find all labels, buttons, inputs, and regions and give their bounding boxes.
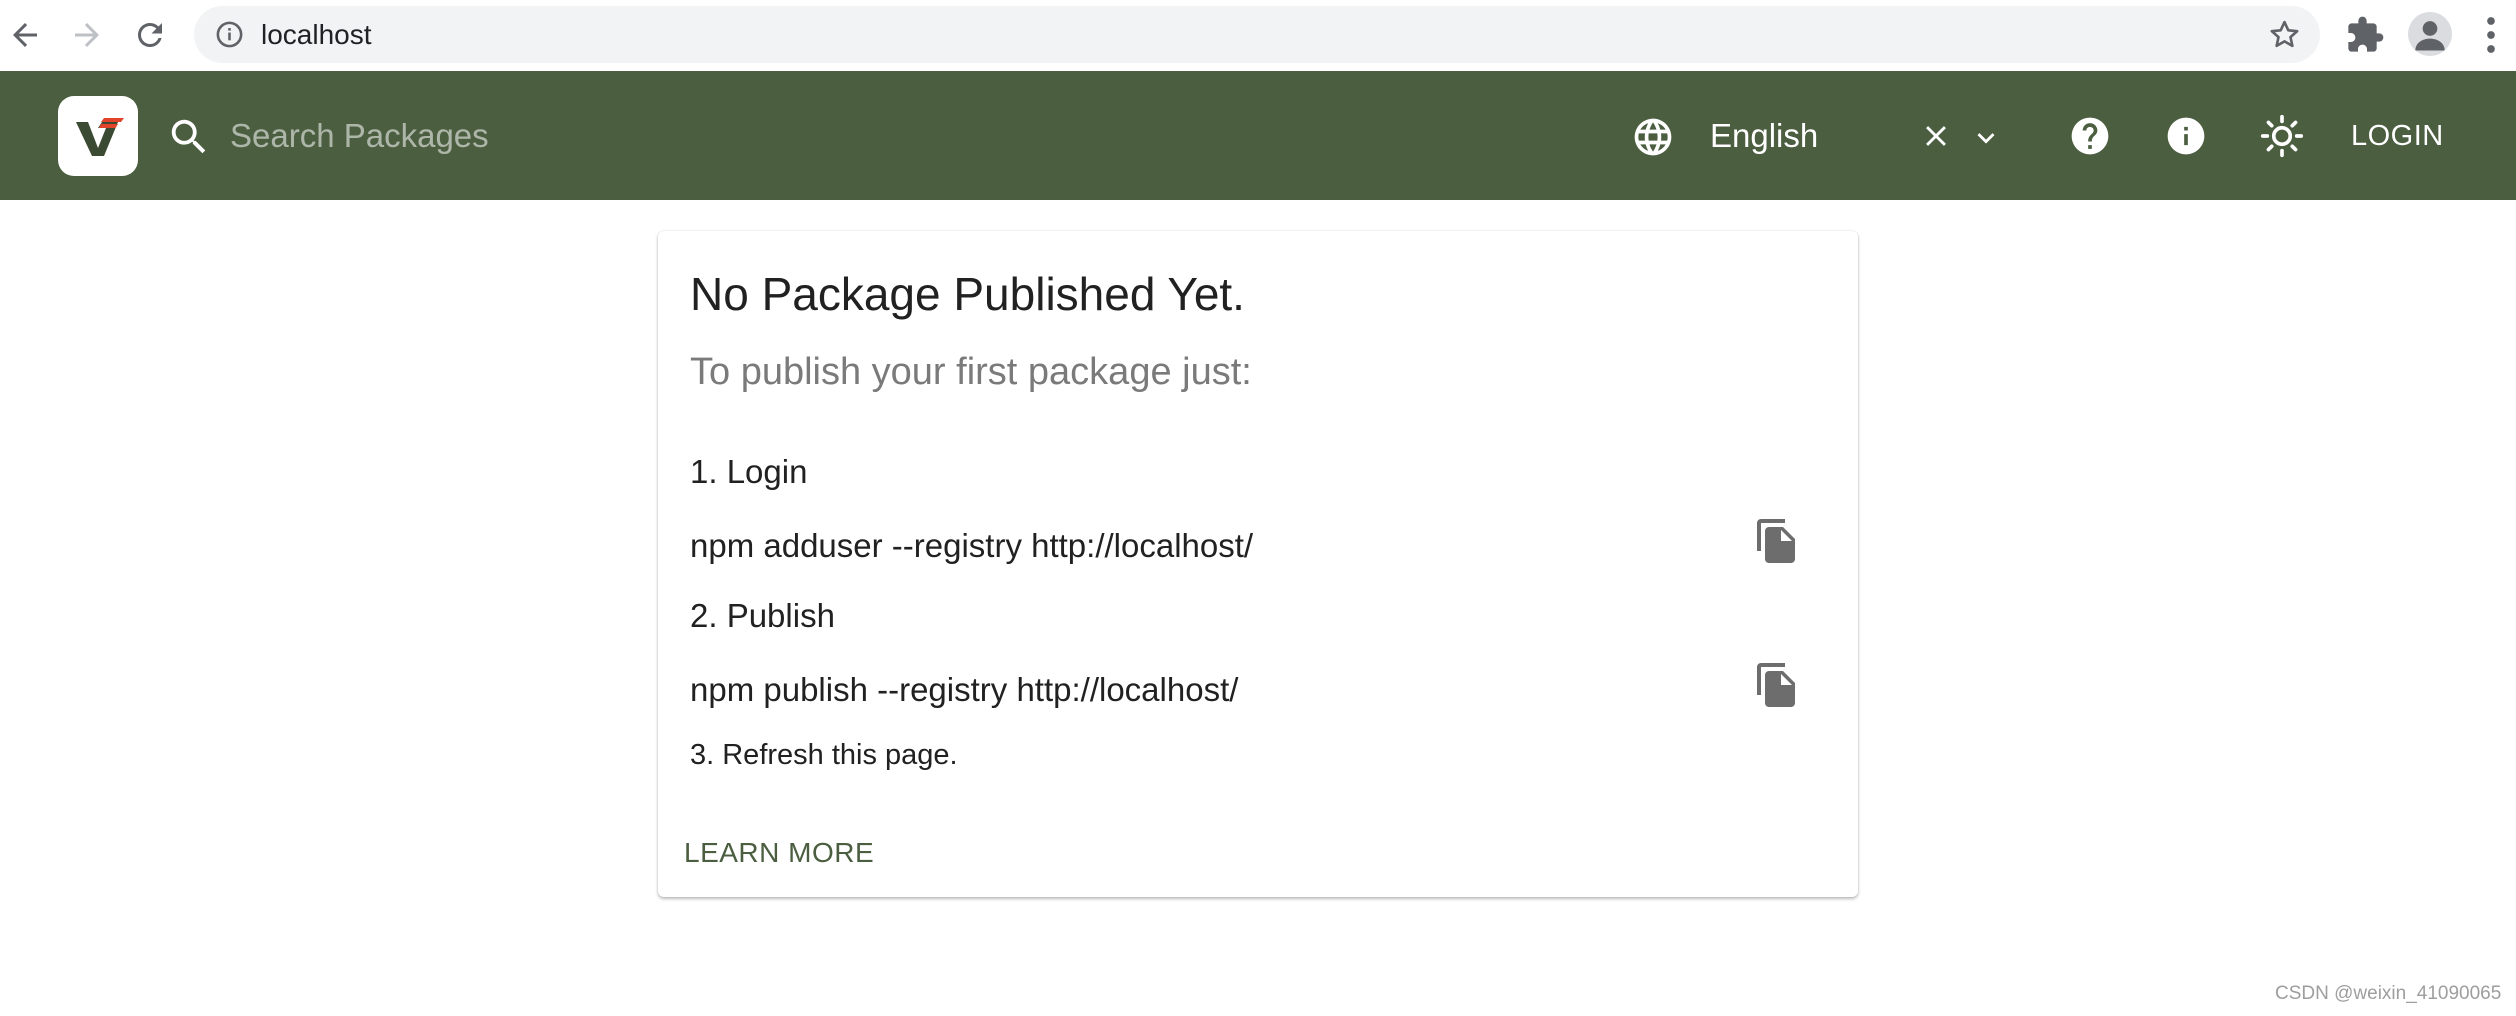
watermark: CSDN @weixin_41090065 [2275,983,2502,1004]
step-publish-title: 2. Publish [690,597,835,634]
language-select[interactable]: English [1710,111,1818,161]
login-button[interactable]: LOGIN [2351,111,2444,161]
back-button[interactable] [0,10,50,60]
card-title: No Package Published Yet. [690,268,1245,320]
search-icon [171,119,206,154]
search-input[interactable] [230,111,930,161]
forward-icon [75,23,99,47]
verdaccio-logo[interactable] [58,96,138,176]
address-bar[interactable]: localhost [194,6,2320,63]
profile-icon[interactable] [2408,12,2452,56]
app-header: English LOGIN [0,71,2516,200]
info-icon[interactable] [2164,114,2208,158]
star-icon[interactable] [2267,17,2302,52]
reload-icon [138,22,162,47]
chevron-down-icon[interactable] [1969,121,2003,155]
person-icon [2415,21,2445,51]
browser-toolbar: localhost [0,0,2516,71]
clear-icon[interactable] [1919,119,1953,153]
url-text[interactable]: localhost [261,6,372,63]
extensions-icon[interactable] [2345,15,2385,55]
copy-icon[interactable] [1753,517,1801,565]
theme-toggle-icon[interactable] [2260,114,2304,158]
globe-icon [1634,118,1672,156]
step-login-title: 1. Login [690,453,808,490]
card-subtitle: To publish your first package just: [690,351,1252,393]
step-refresh: 3. Refresh this page. [690,739,958,771]
login-command: npm adduser --registry http://localhost/ [690,527,1254,564]
forward-button[interactable] [62,10,112,60]
learn-more-button[interactable]: LEARN MORE [684,837,874,869]
logo-mark [76,118,124,156]
site-info-icon[interactable] [214,19,245,50]
back-icon [13,23,37,47]
reload-button[interactable] [125,10,175,60]
copy-icon[interactable] [1753,661,1801,709]
menu-icon[interactable] [2484,14,2498,56]
empty-state-card: No Package Published Yet. To publish you… [658,231,1858,897]
help-icon[interactable] [2068,114,2112,158]
publish-command: npm publish --registry http://localhost/ [690,671,1239,708]
